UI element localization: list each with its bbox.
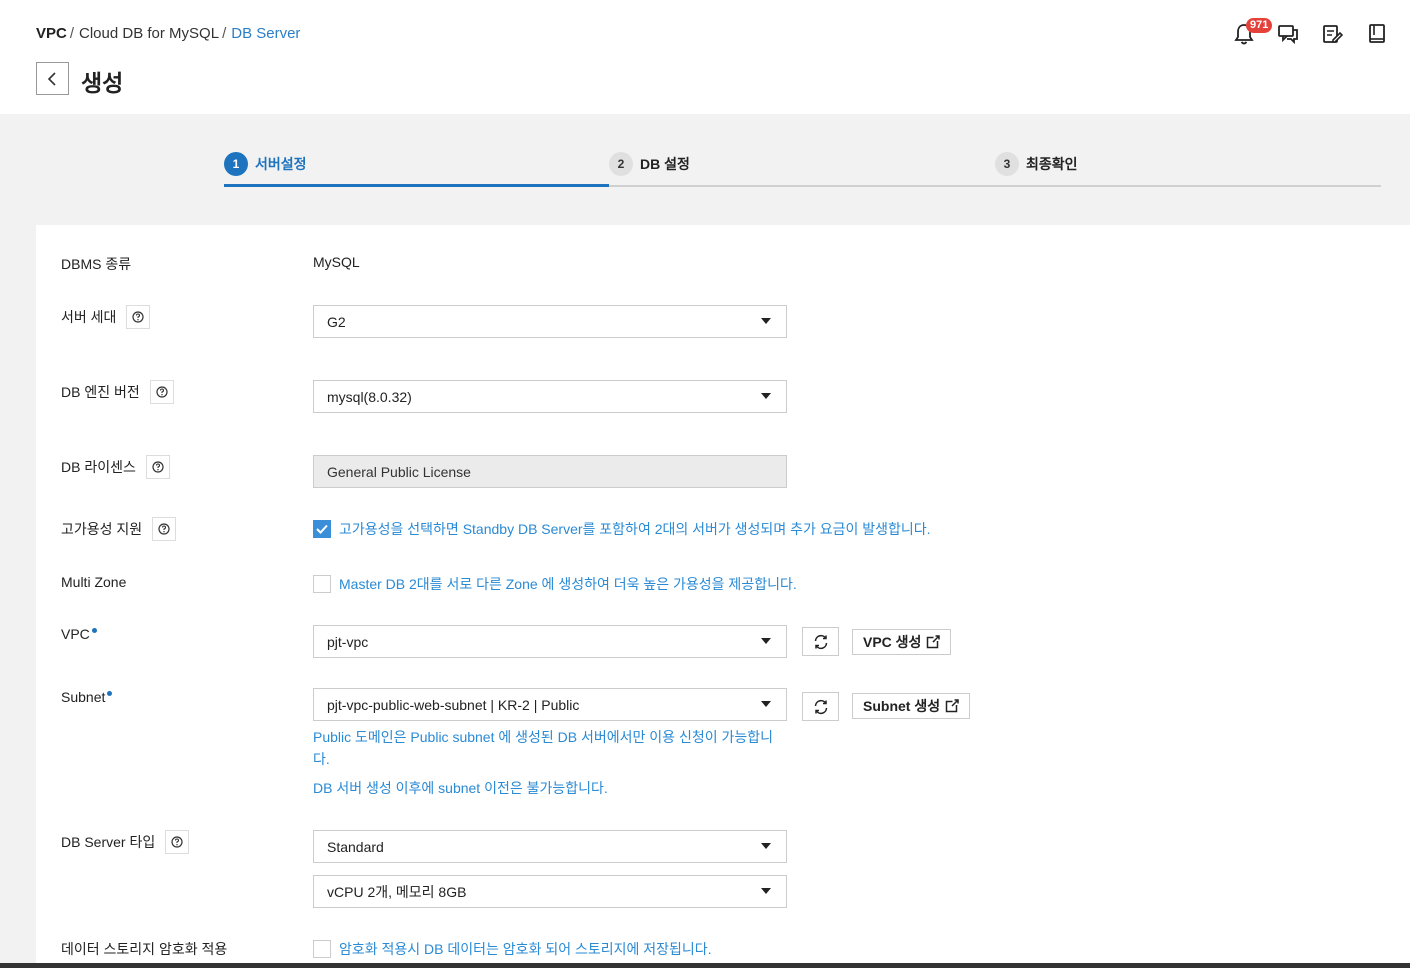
generation-value: G2	[327, 313, 346, 330]
book-icon[interactable]	[1365, 22, 1389, 46]
step-label: DB 설정	[640, 156, 690, 172]
help-icon[interactable]	[165, 830, 190, 854]
breadcrumb-cloud-db[interactable]: Cloud DB for MySQL	[79, 25, 219, 42]
breadcrumb-vpc[interactable]: VPC	[36, 25, 67, 42]
subnet-refresh-button[interactable]	[802, 692, 839, 721]
ha-checkbox[interactable]	[313, 520, 331, 538]
server-spec-select[interactable]: vCPU 2개, 메모리 8GB	[313, 875, 787, 908]
engine-value: mysql(8.0.32)	[327, 388, 412, 405]
chevron-left-icon	[47, 71, 56, 86]
generation-label-text: 서버 세대	[61, 309, 117, 325]
subnet-label-text: Subnet	[61, 689, 113, 705]
ha-description: 고가용성을 선택하면 Standby DB Server를 포함하여 2대의 서…	[339, 521, 931, 537]
multizone-label-text: Multi Zone	[61, 574, 127, 590]
step-progress	[224, 184, 609, 187]
license-value: General Public License	[327, 463, 471, 480]
subnet-create-button[interactable]: Subnet 생성	[852, 693, 971, 719]
step-db-settings[interactable]: 2 DB 설정	[609, 152, 690, 176]
caret-down-icon	[761, 843, 771, 849]
caret-down-icon	[761, 701, 771, 707]
caret-down-icon	[761, 888, 771, 894]
vpc-create-button[interactable]: VPC 생성	[852, 629, 952, 655]
encryption-checkbox[interactable]	[313, 940, 331, 958]
server-type-select[interactable]: Standard	[313, 830, 787, 863]
server-type-value: Standard	[327, 838, 384, 855]
ha-checkbox-row[interactable]: 고가용성을 선택하면 Standby DB Server를 포함하여 2대의 서…	[313, 519, 931, 539]
license-field: General Public License	[313, 455, 787, 488]
breadcrumb: VPC / Cloud DB for MySQL / DB Server	[36, 25, 300, 42]
vpc-refresh-button[interactable]	[802, 627, 839, 656]
engine-select[interactable]: mysql(8.0.32)	[313, 380, 787, 413]
generation-label: 서버 세대	[61, 305, 151, 329]
breadcrumb-db-server[interactable]: DB Server	[231, 25, 300, 42]
engine-label: DB 엔진 버전	[61, 380, 174, 404]
ha-label-text: 고가용성 지원	[61, 521, 143, 537]
step-final-confirm[interactable]: 3 최종확인	[995, 152, 1078, 176]
encryption-label-text: 데이터 스토리지 암호화 적용	[61, 941, 228, 957]
edit-note-icon[interactable]	[1320, 22, 1344, 46]
refresh-icon	[814, 699, 827, 714]
vpc-select[interactable]: pjt-vpc	[313, 625, 787, 658]
required-dot	[107, 691, 113, 696]
chat-icon[interactable]	[1276, 22, 1300, 46]
encryption-checkbox-row[interactable]: 암호화 적용시 DB 데이터는 암호화 되어 스토리지에 저장됩니다.	[313, 939, 712, 959]
notification-badge: 971	[1246, 18, 1273, 33]
multizone-checkbox[interactable]	[313, 575, 331, 593]
subnet-label: Subnet	[61, 689, 113, 705]
external-link-icon	[927, 635, 941, 649]
step-label: 최종확인	[1026, 156, 1078, 172]
step-number: 1	[224, 152, 248, 176]
subnet-info-transfer: DB 서버 생성 이후에 subnet 이전은 불가능합니다.	[313, 780, 608, 796]
generation-select[interactable]: G2	[313, 305, 787, 338]
back-button[interactable]	[36, 62, 69, 95]
step-label: 서버설정	[255, 156, 307, 172]
step-number: 3	[995, 152, 1019, 176]
help-icon[interactable]	[126, 305, 151, 329]
step-server-settings[interactable]: 1 서버설정	[224, 152, 307, 176]
help-icon[interactable]	[145, 455, 170, 479]
engine-label-text: DB 엔진 버전	[61, 384, 140, 400]
license-label-text: DB 라이센스	[61, 459, 136, 475]
server-type-label: DB Server 타입	[61, 830, 190, 854]
dbms-label: DBMS 종류	[61, 254, 131, 274]
vpc-label: VPC	[61, 626, 97, 642]
check-icon	[316, 524, 328, 534]
vpc-value: pjt-vpc	[327, 633, 369, 650]
caret-down-icon	[761, 638, 771, 644]
page-header: VPC / Cloud DB for MySQL / DB Server 생성 …	[0, 0, 1410, 114]
help-icon[interactable]	[152, 517, 177, 541]
caret-down-icon	[761, 318, 771, 324]
step-indicator: 1 서버설정 2 DB 설정 3 최종확인	[224, 147, 1381, 187]
bottom-edge	[0, 963, 1410, 968]
multizone-checkbox-row[interactable]: Master DB 2대를 서로 다른 Zone 에 생성하여 더욱 높은 가용…	[313, 574, 797, 594]
subnet-value: pjt-vpc-public-web-subnet | KR-2 | Publi…	[327, 696, 580, 713]
dbms-label-text: DBMS 종류	[61, 256, 132, 272]
required-dot	[91, 628, 97, 633]
encryption-label: 데이터 스토리지 암호화 적용	[61, 939, 227, 959]
vpc-label-text: VPC	[61, 626, 97, 642]
help-icon[interactable]	[149, 380, 174, 404]
external-link-icon	[945, 699, 960, 713]
license-label: DB 라이센스	[61, 455, 170, 479]
subnet-label-value: Subnet	[61, 689, 106, 705]
caret-down-icon	[761, 393, 771, 399]
refresh-icon	[814, 634, 827, 649]
multizone-label: Multi Zone	[61, 574, 126, 590]
subnet-info-public: Public 도메인은 Public subnet 에 생성된 DB 서버에서만…	[313, 729, 773, 767]
breadcrumb-separator: /	[69, 25, 75, 42]
breadcrumb-separator: /	[222, 25, 227, 42]
multizone-description: Master DB 2대를 서로 다른 Zone 에 생성하여 더욱 높은 가용…	[339, 576, 797, 592]
page-title: 생성	[81, 70, 124, 96]
server-type-label-text: DB Server 타입	[61, 834, 156, 850]
subnet-create-label: Subnet 생성	[863, 698, 941, 714]
dbms-value: MySQL	[313, 254, 360, 270]
ha-label: 고가용성 지원	[61, 517, 177, 541]
vpc-label-value: VPC	[61, 626, 90, 642]
server-spec-value: vCPU 2개, 메모리 8GB	[327, 883, 467, 900]
step-number: 2	[609, 152, 633, 176]
encryption-description: 암호화 적용시 DB 데이터는 암호화 되어 스토리지에 저장됩니다.	[339, 941, 712, 957]
vpc-create-label: VPC 생성	[863, 634, 922, 650]
subnet-select[interactable]: pjt-vpc-public-web-subnet | KR-2 | Publi…	[313, 688, 787, 721]
